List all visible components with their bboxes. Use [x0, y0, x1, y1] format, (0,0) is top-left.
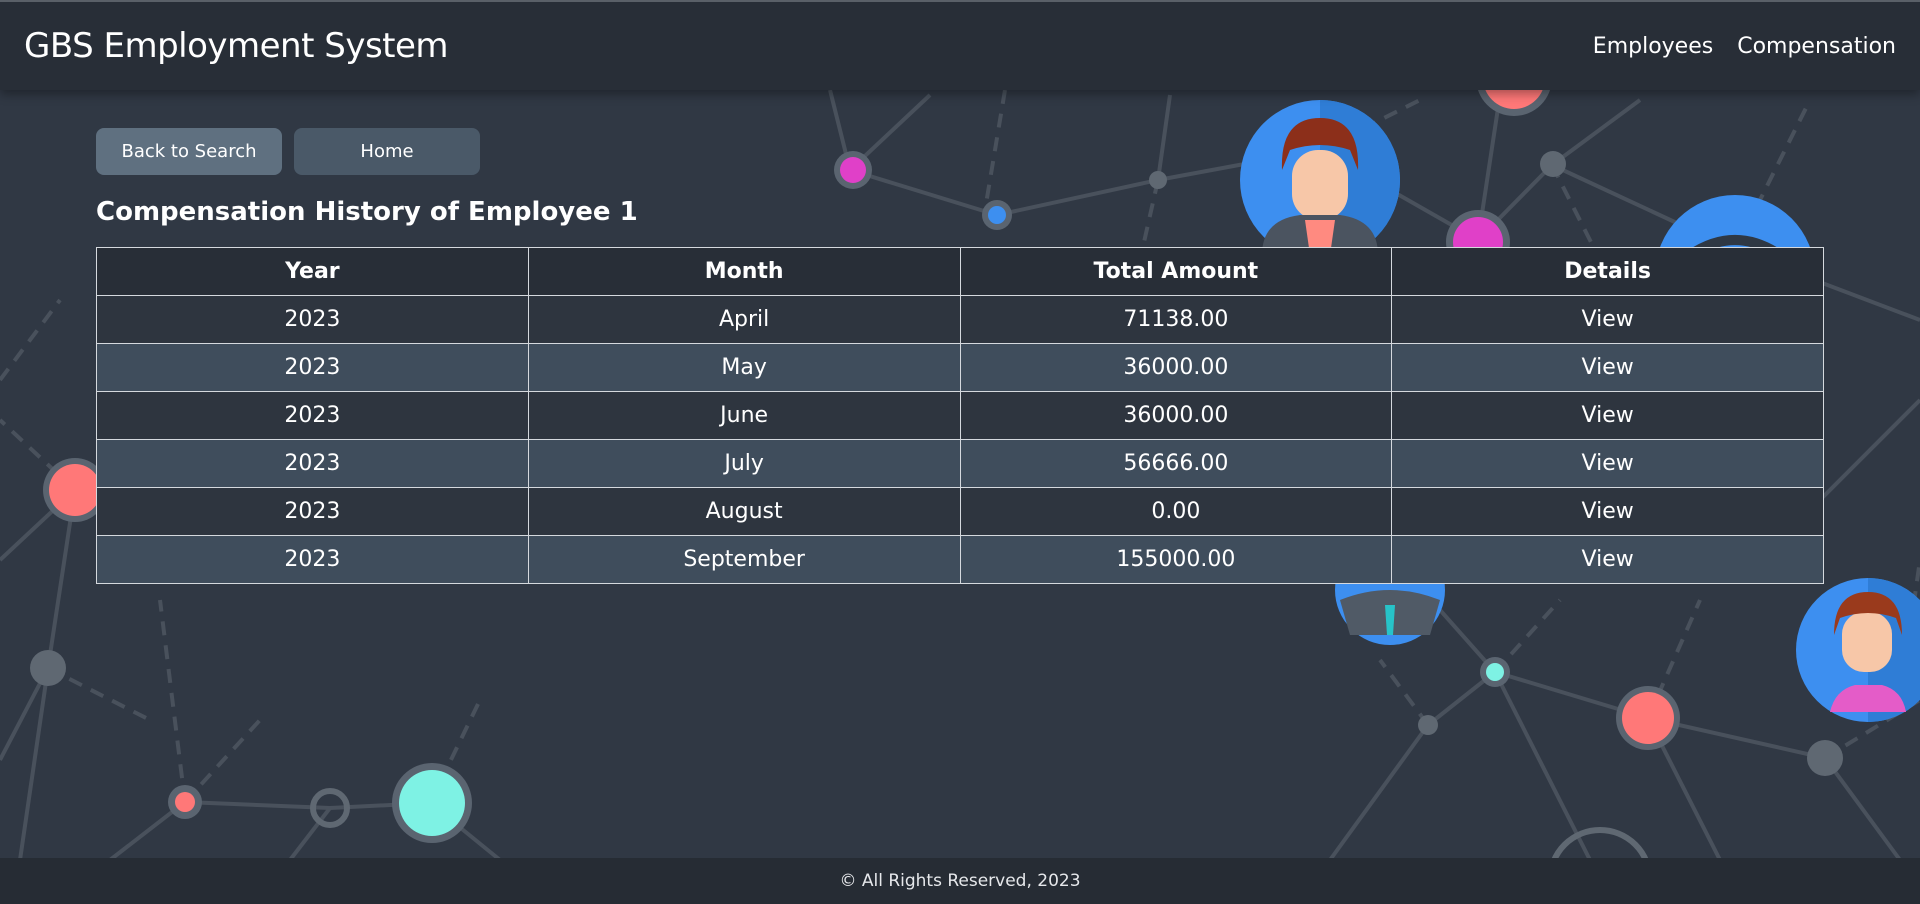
footer: © All Rights Reserved, 2023 [0, 858, 1920, 904]
view-details-link[interactable]: View [1582, 451, 1634, 476]
compensation-table: Year Month Total Amount Details 2023 Apr… [96, 247, 1824, 584]
cell-month: May [527, 343, 961, 392]
cell-month: September [527, 535, 961, 584]
cell-month: July [527, 439, 961, 488]
back-to-search-button[interactable]: Back to Search [96, 128, 282, 175]
cell-year: 2023 [96, 343, 529, 392]
action-buttons: Back to Search Home [96, 128, 1824, 175]
cell-total-amount: 36000.00 [959, 343, 1393, 392]
main-content: Back to Search Home Compensation History… [96, 128, 1824, 584]
home-button[interactable]: Home [294, 128, 480, 175]
cell-total-amount: 36000.00 [959, 391, 1393, 440]
navbar: GBS Employment System Employees Compensa… [0, 0, 1920, 90]
cell-year: 2023 [96, 487, 529, 536]
table-row: 2023 July 56666.00 View [96, 439, 1824, 488]
table-row: 2023 September 155000.00 View [96, 535, 1824, 584]
column-header-details: Details [1391, 247, 1824, 296]
view-details-link[interactable]: View [1582, 307, 1634, 332]
view-details-link[interactable]: View [1582, 355, 1634, 380]
cell-month: June [527, 391, 961, 440]
view-details-link[interactable]: View [1582, 547, 1634, 572]
cell-month: August [527, 487, 961, 536]
cell-total-amount: 0.00 [959, 487, 1393, 536]
cell-total-amount: 155000.00 [959, 535, 1393, 584]
table-row: 2023 August 0.00 View [96, 487, 1824, 536]
cell-year: 2023 [96, 439, 529, 488]
view-details-link[interactable]: View [1582, 499, 1634, 524]
cell-year: 2023 [96, 295, 529, 344]
page-title: Compensation History of Employee 1 [96, 197, 638, 227]
table-row: 2023 May 36000.00 View [96, 343, 1824, 392]
cell-month: April [527, 295, 961, 344]
view-details-link[interactable]: View [1582, 403, 1634, 428]
column-header-year: Year [96, 247, 529, 296]
table-header-row: Year Month Total Amount Details [96, 247, 1824, 296]
cell-year: 2023 [96, 535, 529, 584]
cell-total-amount: 71138.00 [959, 295, 1393, 344]
nav-links: Employees Compensation [1593, 34, 1896, 59]
column-header-month: Month [527, 247, 961, 296]
nav-employees-link[interactable]: Employees [1593, 34, 1713, 59]
table-row: 2023 April 71138.00 View [96, 295, 1824, 344]
nav-compensation-link[interactable]: Compensation [1737, 34, 1896, 59]
column-header-total-amount: Total Amount [959, 247, 1393, 296]
copyright-text: © All Rights Reserved, 2023 [839, 871, 1081, 891]
cell-year: 2023 [96, 391, 529, 440]
cell-total-amount: 56666.00 [959, 439, 1393, 488]
app-brand[interactable]: GBS Employment System [24, 26, 449, 66]
table-row: 2023 June 36000.00 View [96, 391, 1824, 440]
